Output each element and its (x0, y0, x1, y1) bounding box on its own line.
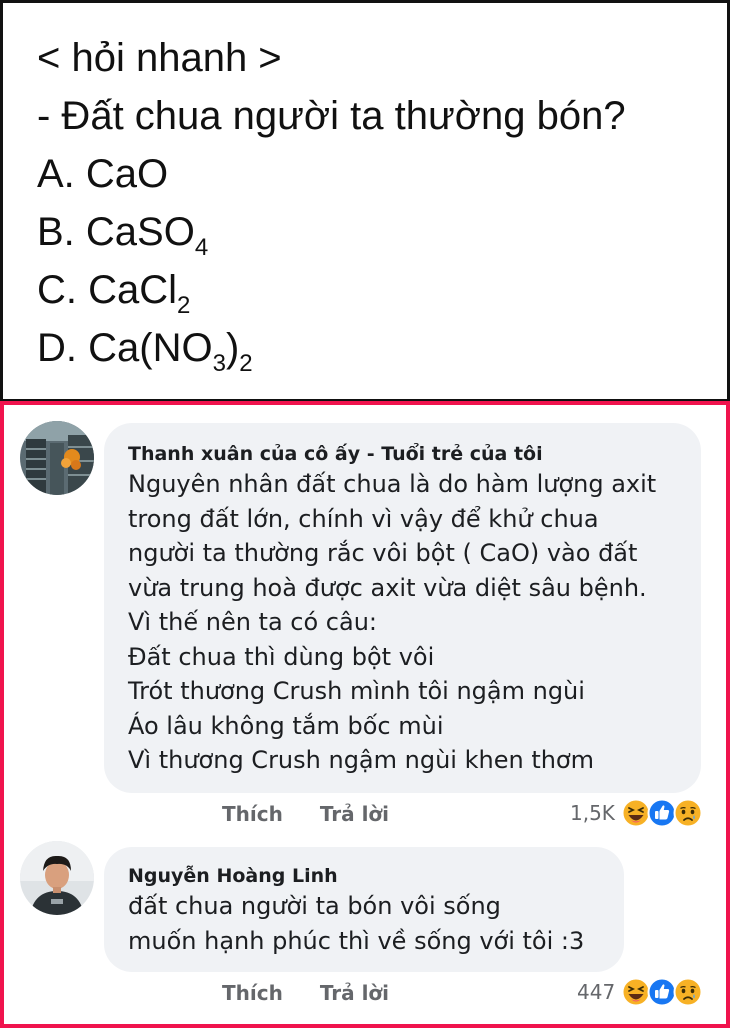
avatar-photo-icon (20, 421, 94, 495)
comment-line: Vì thế nên ta có câu: (128, 608, 377, 636)
avatar[interactable] (20, 841, 94, 915)
comment-line: Đất chua thì dùng bột vôi (128, 642, 435, 671)
comment-line: Áo lâu không tắm bốc mùi (128, 711, 444, 740)
sad-icon (673, 977, 703, 1007)
comment-author[interactable]: Nguyễn Hoàng Linh (128, 865, 338, 887)
option-d-text: D. Ca(NO (37, 326, 213, 370)
quiz-option-c: C. CaCl2 (37, 261, 727, 319)
comment-bubble: Nguyễn Hoàng Linh đất chua người ta bón … (104, 847, 624, 972)
comment-line: Nguyên nhân đất chua là do hàm lượng axi… (128, 470, 657, 498)
sad-icon (673, 798, 703, 828)
comment-bubble: Thanh xuân của cô ấy - Tuổi trẻ của tôi … (104, 423, 701, 793)
comment-line: trong đất lớn, chính vì vậy để khử chua (128, 504, 599, 533)
quiz-option-a: A. CaO (37, 145, 727, 203)
comment-author[interactable]: Thanh xuân của cô ấy - Tuổi trẻ của tôi (128, 443, 543, 465)
reply-link[interactable]: Trả lời (320, 981, 389, 1005)
comment-line: Vì thương Crush ngậm ngùi khen thơm (128, 746, 594, 774)
quiz-question: - Đất chua người ta thường bón? (37, 94, 626, 138)
reaction-count: 1,5K (570, 801, 615, 825)
avatar[interactable] (20, 421, 94, 495)
option-d-subscript-inner: 3 (212, 350, 226, 377)
quiz-panel: < hỏi nhanh > - Đất chua người ta thường… (0, 0, 730, 402)
quiz-header: < hỏi nhanh > (37, 36, 282, 80)
like-link[interactable]: Thích (222, 802, 283, 826)
comment-line: Trót thương Crush mình tôi ngậm ngùi (128, 677, 585, 705)
option-b-text: B. CaSO (37, 210, 195, 254)
comment-actions: Thích Trả lời (222, 981, 389, 1005)
reaction-count: 447 (577, 980, 616, 1004)
like-link[interactable]: Thích (222, 981, 283, 1005)
comments-panel: Thanh xuân của cô ấy - Tuổi trẻ của tôi … (0, 401, 730, 1028)
comment-line: người ta thường rắc vôi bột ( CaO) vào đ… (128, 539, 638, 567)
avatar-photo-icon (20, 841, 94, 915)
quiz-option-d: D. Ca(NO3)2 (37, 319, 727, 377)
comment-line: vừa trung hoà được axit vừa diệt sâu bện… (128, 573, 647, 602)
option-b-subscript: 4 (194, 234, 209, 261)
comment-text: đất chua người ta bón vôi sống muốn hạnh… (128, 889, 584, 958)
option-a-text: A. CaO (37, 152, 169, 196)
option-d-subscript-outer: 2 (239, 350, 253, 377)
comment-actions: Thích Trả lời (222, 802, 389, 826)
comment-text: Nguyên nhân đất chua là do hàm lượng axi… (128, 467, 656, 778)
comment-line: đất chua người ta bón vôi sống (128, 892, 501, 920)
quiz-option-b: B. CaSO4 (37, 203, 727, 261)
reply-link[interactable]: Trả lời (320, 802, 389, 826)
option-c-text: C. CaCl (37, 268, 178, 312)
option-d-close-paren: ) (225, 326, 240, 370)
option-c-subscript: 2 (177, 292, 191, 319)
reaction-summary[interactable]: 1,5K (570, 798, 703, 828)
reaction-summary[interactable]: 447 (577, 977, 703, 1007)
comment-line: muốn hạnh phúc thì về sống với tôi :3 (128, 926, 585, 955)
